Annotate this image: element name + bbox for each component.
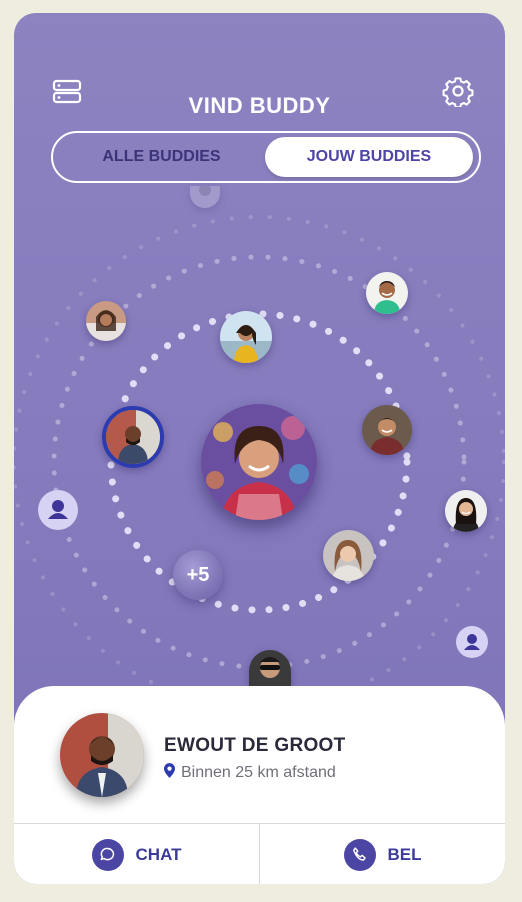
location-pin-icon <box>164 763 175 783</box>
buddy-avatar[interactable] <box>86 301 126 341</box>
more-buddies-badge[interactable]: +5 <box>173 550 223 600</box>
buddy-distance: Binnen 25 km afstand <box>164 763 336 783</box>
buddy-filter-tabs: ALLE BUDDIES JOUW BUDDIES <box>51 131 481 183</box>
chat-button[interactable]: CHAT <box>14 824 259 884</box>
tab-alle-buddies[interactable]: ALLE BUDDIES <box>59 139 264 175</box>
page-title: VIND BUDDY <box>188 93 331 118</box>
buddy-avatar[interactable] <box>323 530 374 581</box>
user-placeholder-icon[interactable] <box>456 626 488 658</box>
distance-text: Binnen 25 km afstand <box>181 764 336 781</box>
call-label: BEL <box>387 844 422 864</box>
buddy-name: EWOUT DE GROOT <box>164 735 346 756</box>
buddy-avatar[interactable] <box>220 311 272 363</box>
gear-icon[interactable] <box>442 75 474 109</box>
buddy-avatar[interactable] <box>190 186 220 208</box>
phone-icon <box>343 838 376 871</box>
tab-jouw-buddies[interactable]: JOUW BUDDIES <box>265 137 473 177</box>
buddy-avatar-selected[interactable] <box>102 406 164 468</box>
buddy-avatar[interactable] <box>362 405 412 455</box>
app-screen: VIND BUDDY ALLE BUDDIES JOUW BUDDIES +5 … <box>14 13 505 884</box>
radar-rings <box>14 215 505 709</box>
call-button[interactable]: BEL <box>259 824 505 884</box>
buddy-avatar[interactable] <box>249 650 291 688</box>
profile-avatar[interactable] <box>60 713 144 797</box>
chat-bubble-icon <box>91 838 124 871</box>
buddy-avatar[interactable] <box>366 272 408 314</box>
user-placeholder-icon[interactable] <box>38 490 78 530</box>
buddy-avatar[interactable] <box>445 490 487 532</box>
chat-label: CHAT <box>135 844 182 864</box>
buddy-avatar-featured[interactable] <box>201 404 317 520</box>
action-bar: CHAT BEL <box>14 823 505 884</box>
